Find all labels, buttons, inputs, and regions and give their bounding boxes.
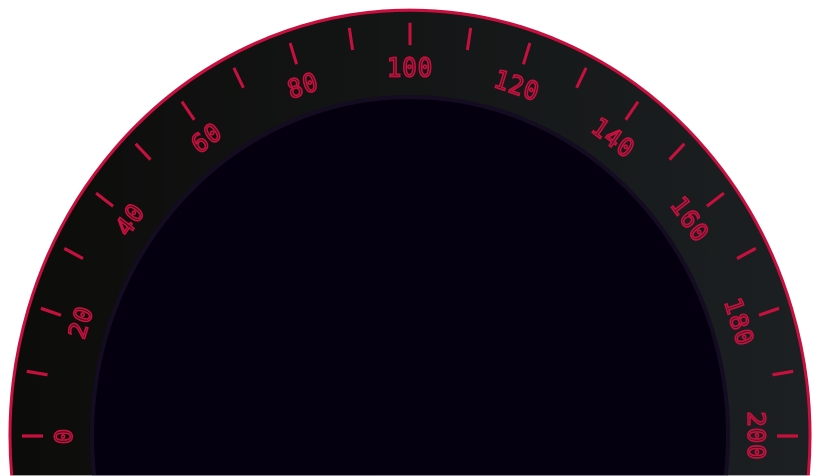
gauge-label: 200 xyxy=(742,411,770,460)
gauge-label: 100 xyxy=(387,53,433,83)
gauge-label: 0 xyxy=(50,428,78,444)
speedometer-gauge: 020406080 100 120140160180200 xyxy=(8,8,812,476)
